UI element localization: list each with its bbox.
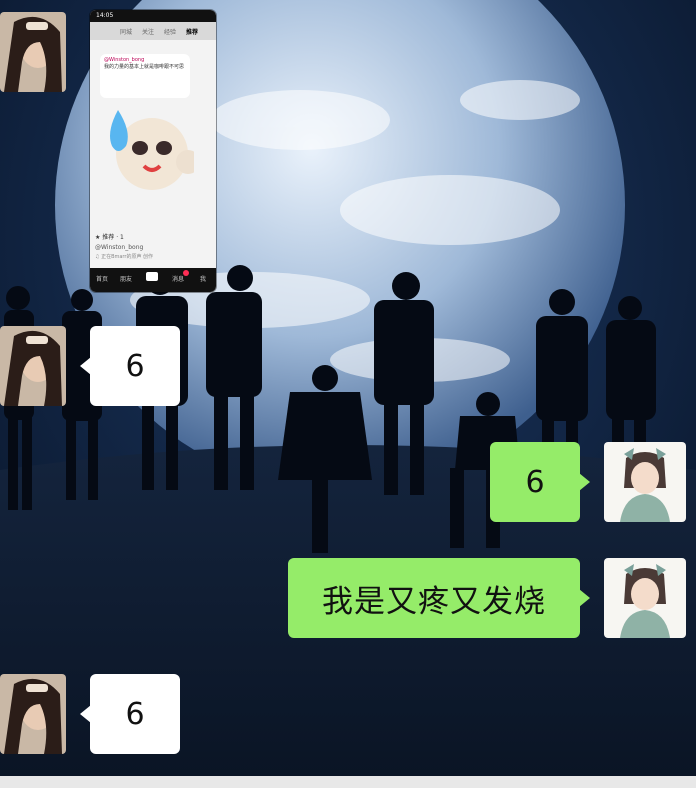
received-message-bubble[interactable]: 6 <box>90 674 180 754</box>
phone-caption-user: @Winston_bong <box>104 57 145 63</box>
phone-bottom-nav: 首页 朋友 消息 我 <box>90 268 216 292</box>
message-text: 6 <box>125 348 145 384</box>
phone-nav-me: 我 <box>200 276 207 283</box>
shared-screenshot-image[interactable]: 14:05 同城 关注 经验 推荐 @Winston_bong 我的力量的基本上… <box>90 10 216 292</box>
girl-photo-avatar-icon <box>0 326 66 406</box>
phone-meta-music: ♫ 正在Bmarr的原声 创作 <box>95 254 154 260</box>
anime-girl-avatar-icon <box>604 442 686 522</box>
phone-nav-friends: 朋友 <box>120 276 133 283</box>
friend-avatar[interactable] <box>0 12 66 92</box>
phone-tab-1: 同城 <box>120 29 133 36</box>
input-bar-edge <box>0 776 696 788</box>
phone-meta-user: @Winston_bong <box>95 244 144 251</box>
phone-caption-text: 我的力量的基本上就是咖啡跟不可思 <box>104 64 185 70</box>
friend-avatar[interactable] <box>0 326 66 406</box>
message-text: 6 <box>525 464 545 500</box>
phone-tab-4: 推荐 <box>186 29 199 36</box>
phone-nav-home: 首页 <box>96 276 109 283</box>
phone-caption-card: @Winston_bong 我的力量的基本上就是咖啡跟不可思 <box>100 54 190 98</box>
message-text: 我是又疼又发烧 <box>322 583 546 620</box>
girl-photo-avatar-icon <box>0 12 66 92</box>
phone-meta-likes: ★ 推荐 · 1 <box>95 234 124 241</box>
sent-message-bubble[interactable]: 我是又疼又发烧 <box>288 558 580 638</box>
phone-time: 14:05 <box>96 12 114 19</box>
friend-avatar[interactable] <box>0 674 66 754</box>
phone-tab-2: 关注 <box>142 29 155 36</box>
girl-photo-avatar-icon <box>0 674 66 754</box>
emoji-face-icon <box>110 110 194 190</box>
phone-message-badge <box>183 270 189 276</box>
phone-plus-icon <box>146 272 158 281</box>
sent-message-bubble[interactable]: 6 <box>490 442 580 522</box>
phone-tab-3: 经验 <box>164 29 177 36</box>
anime-girl-avatar-icon <box>604 558 686 638</box>
phone-top-nav: 同城 关注 经验 推荐 <box>90 22 216 40</box>
self-avatar[interactable] <box>604 558 686 638</box>
phone-nav-messages: 消息 <box>172 276 185 283</box>
phone-status-bar: 14:05 <box>90 10 216 22</box>
received-message-bubble[interactable]: 6 <box>90 326 180 406</box>
message-text: 6 <box>125 696 145 732</box>
self-avatar[interactable] <box>604 442 686 522</box>
